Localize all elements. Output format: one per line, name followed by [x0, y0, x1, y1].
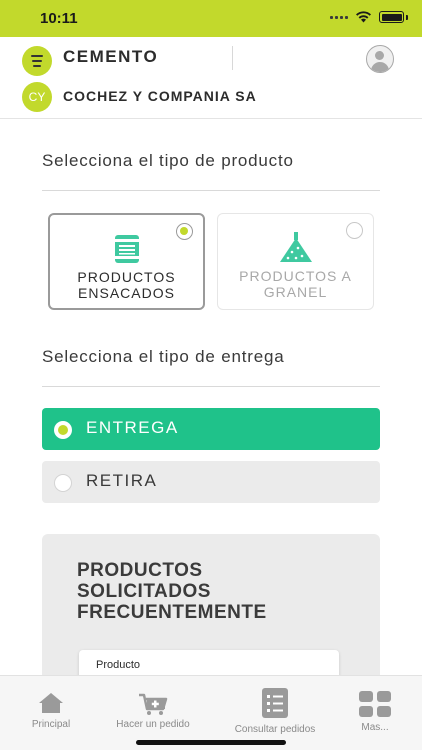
company-name[interactable]: COCHEZ Y COMPANIA SA	[63, 88, 257, 104]
home-icon	[39, 693, 63, 713]
bulk-pile-icon	[279, 232, 312, 262]
tab-principal-label: Principal	[31, 719, 71, 730]
frequent-products-heading: PRODUCTOS SOLICITADOS FRECUENTEMENTE	[77, 560, 267, 623]
bulk-radio[interactable]	[346, 222, 363, 239]
delivery-type-heading: Selecciona el tipo de entrega	[42, 347, 285, 366]
profile-avatar-button[interactable]	[366, 45, 394, 73]
tab-hacer-pedido[interactable]: Hacer un pedido	[102, 676, 204, 736]
cement-bag-icon	[112, 235, 141, 263]
bottom-tab-bar: Principal Hacer un pedido Consultar pedi…	[0, 675, 422, 750]
status-icons	[330, 11, 408, 23]
home-indicator	[136, 740, 286, 745]
tab-hacer-pedido-label: Hacer un pedido	[116, 719, 190, 730]
tab-mas[interactable]: Mas...	[344, 676, 406, 736]
retira-label: RETIRA	[86, 471, 158, 490]
tab-principal[interactable]: Principal	[0, 676, 102, 736]
delivery-option-retira[interactable]: RETIRA	[42, 461, 380, 503]
status-time: 10:11	[40, 10, 78, 27]
entrega-radio[interactable]	[54, 421, 72, 439]
header-divider	[232, 46, 233, 70]
delivery-option-entrega[interactable]: ENTREGA	[42, 408, 380, 450]
status-bar: 10:11	[0, 0, 422, 37]
cart-add-icon	[139, 693, 168, 715]
retira-radio[interactable]	[54, 474, 72, 492]
product-option-bagged[interactable]: PRODUCTOS ENSACADOS	[48, 213, 205, 310]
page-title: CEMENTO	[63, 47, 159, 66]
grid-icon	[359, 691, 391, 717]
frequent-product-label: Producto	[96, 659, 141, 671]
bagged-radio[interactable]	[176, 223, 193, 240]
company-initials-badge[interactable]: CY	[22, 82, 52, 112]
product-type-divider	[42, 190, 380, 191]
menu-button[interactable]	[22, 46, 52, 76]
battery-tip	[406, 14, 408, 20]
tab-consultar-pedidos[interactable]: Consultar pedidos	[216, 676, 334, 736]
tab-mas-label: Mas...	[361, 722, 389, 733]
app-header: CEMENTO CY COCHEZ Y COMPANIA SA	[0, 37, 422, 119]
bagged-label: PRODUCTOS ENSACADOS	[77, 269, 176, 301]
delivery-type-divider	[42, 386, 380, 387]
tab-consultar-pedidos-label: Consultar pedidos	[234, 724, 316, 735]
frequent-products-panel: PRODUCTOS SOLICITADOS FRECUENTEMENTE Pro…	[42, 534, 380, 694]
product-option-bulk[interactable]: PRODUCTOS A GRANEL	[217, 213, 374, 310]
signal-icon	[330, 15, 348, 19]
battery-icon	[379, 11, 404, 23]
bulk-label: PRODUCTOS A GRANEL	[239, 268, 352, 300]
product-type-heading: Selecciona el tipo de producto	[42, 151, 294, 170]
wifi-icon	[356, 11, 371, 23]
entrega-label: ENTREGA	[86, 418, 179, 437]
orders-list-icon	[262, 688, 288, 718]
